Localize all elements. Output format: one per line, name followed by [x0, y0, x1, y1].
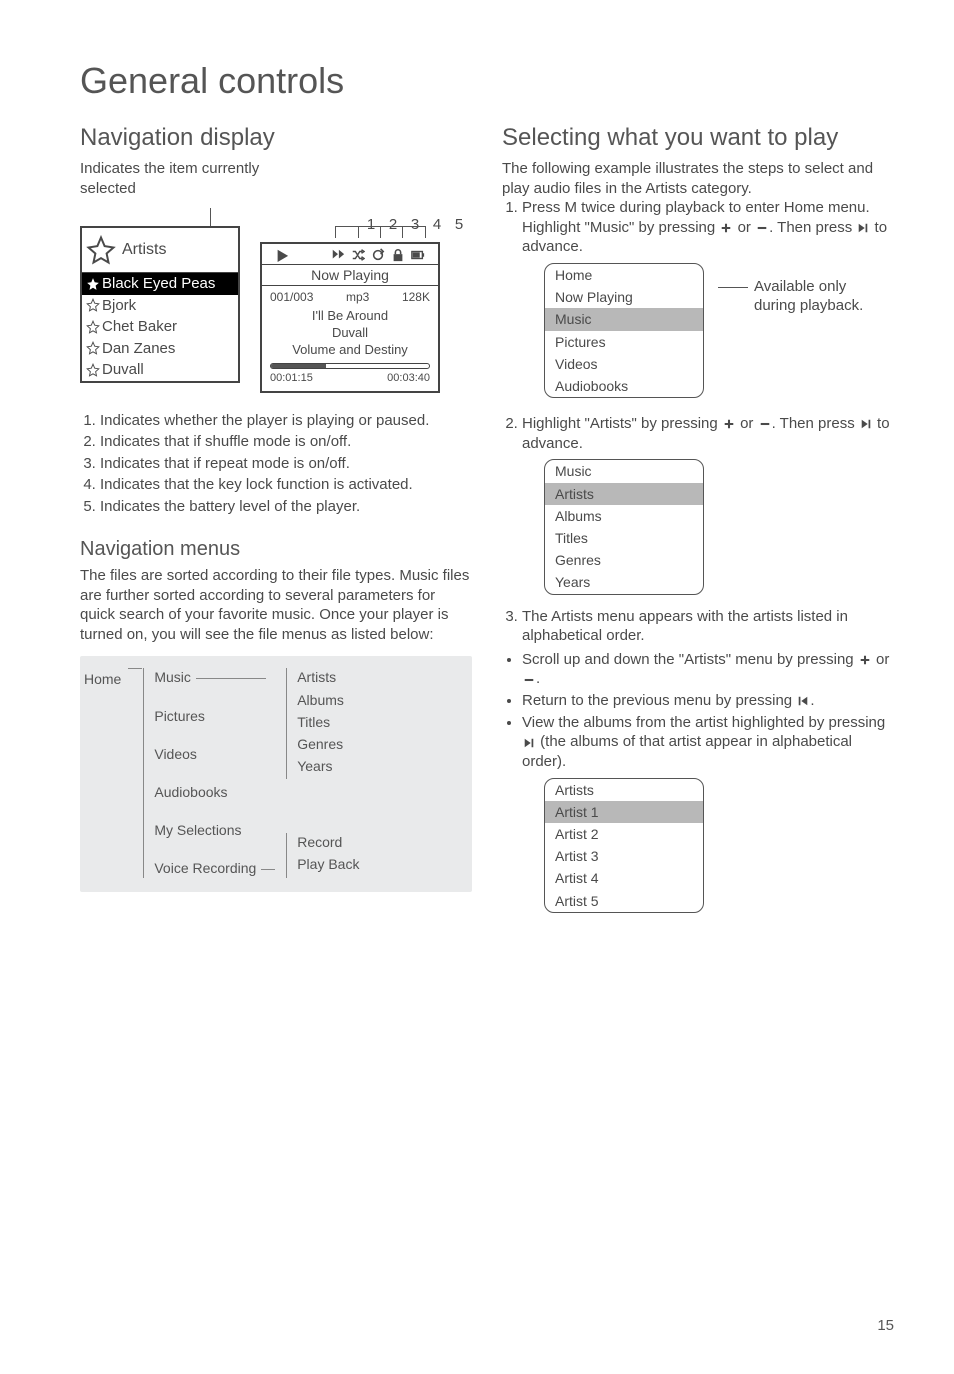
- page-number: 15: [877, 1317, 894, 1334]
- track-bitrate: 128K: [402, 290, 430, 306]
- menu-item[interactable]: Titles: [545, 527, 703, 549]
- page-title: General controls: [80, 60, 894, 102]
- bullet-scroll: Scroll up and down the "Artists" menu by…: [522, 650, 894, 690]
- star-icon: [84, 232, 118, 268]
- minus-icon: [522, 670, 536, 690]
- now-playing-label: Now Playing: [262, 264, 438, 286]
- prev-icon: [796, 691, 810, 711]
- progress-bar: [270, 363, 430, 369]
- legend-list: Indicates whether the player is playing …: [80, 411, 472, 517]
- minus-icon: [755, 218, 769, 238]
- lock-icon: [391, 248, 405, 262]
- menu-item[interactable]: Artist 5: [545, 890, 703, 912]
- home-menu: Home Now Playing Music Pictures Videos A…: [544, 263, 704, 398]
- menu-item[interactable]: Albums: [545, 505, 703, 527]
- list-item[interactable]: Chet Baker: [82, 316, 238, 338]
- list-item[interactable]: Dan Zanes: [82, 338, 238, 360]
- menu-item[interactable]: Genres: [545, 549, 703, 571]
- battery-icon: [411, 248, 425, 262]
- menu-item[interactable]: Music: [545, 308, 703, 330]
- step-3: The Artists menu appears with the artist…: [522, 607, 894, 646]
- menu-item[interactable]: Pictures: [545, 331, 703, 353]
- menu-item[interactable]: Years: [545, 571, 703, 593]
- list-item[interactable]: Black Eyed Peas: [82, 273, 238, 295]
- minus-icon: [758, 414, 772, 434]
- menu-tree: Home Music Pictures Videos Audiobooks My…: [80, 656, 472, 891]
- time-elapsed: 00:01:15: [270, 371, 313, 385]
- artists-menu: Artists Artist 1 Artist 2 Artist 3 Artis…: [544, 778, 704, 913]
- song-artist: Duvall: [268, 325, 432, 342]
- next-icon: [522, 733, 536, 753]
- side-note: Available only during playback.: [718, 277, 863, 316]
- track-position: 001/003: [270, 290, 313, 306]
- nav-display-sub: Indicates the item currently selected: [80, 159, 260, 198]
- next-icon: [859, 414, 873, 434]
- track-format: mp3: [346, 290, 369, 306]
- fast-forward-icon: [331, 248, 345, 262]
- menu-item[interactable]: Artist 3: [545, 845, 703, 867]
- nav-display-heading: Navigation display: [80, 122, 472, 153]
- shuffle-icon: [351, 248, 365, 262]
- plus-icon: [722, 414, 736, 434]
- plus-icon: [858, 650, 872, 670]
- callout-ticks: [260, 226, 440, 242]
- step-1: Press M twice during playback to enter H…: [522, 198, 894, 410]
- selecting-heading: Selecting what you want to play: [502, 122, 894, 153]
- song-title: I'll Be Around: [268, 308, 432, 325]
- nav-menus-para: The files are sorted according to their …: [80, 566, 472, 644]
- artists-panel: Artists Black Eyed Peas Bjork Chet Baker…: [80, 226, 240, 383]
- music-menu: Music Artists Albums Titles Genres Years: [544, 459, 704, 594]
- menu-item[interactable]: Artist 1: [545, 801, 703, 823]
- nav-menus-heading: Navigation menus: [80, 536, 472, 562]
- bullet-return: Return to the previous menu by pressing …: [522, 691, 894, 711]
- plus-icon: [719, 218, 733, 238]
- panel1-title: Artists: [122, 240, 166, 261]
- menu-item[interactable]: Artist 4: [545, 867, 703, 889]
- menu-item[interactable]: Artist 2: [545, 823, 703, 845]
- list-item[interactable]: Duvall: [82, 359, 238, 381]
- menu-item[interactable]: Videos: [545, 353, 703, 375]
- time-total: 00:03:40: [387, 371, 430, 385]
- now-playing-panel: Now Playing 001/003 mp3 128K I'll Be Aro…: [260, 242, 440, 393]
- next-icon: [856, 218, 870, 238]
- play-icon: [275, 248, 289, 262]
- repeat-icon: [371, 248, 385, 262]
- menu-item[interactable]: Now Playing: [545, 286, 703, 308]
- menu-item[interactable]: Artists: [545, 483, 703, 505]
- list-item[interactable]: Bjork: [82, 295, 238, 317]
- selecting-intro: The following example illustrates the st…: [502, 159, 894, 198]
- song-album: Volume and Destiny: [268, 342, 432, 359]
- menu-item[interactable]: Audiobooks: [545, 375, 703, 397]
- bullet-view: View the albums from the artist highligh…: [522, 713, 894, 913]
- step-2: Highlight "Artists" by pressing or . The…: [522, 414, 894, 594]
- pointer-line: [210, 208, 211, 226]
